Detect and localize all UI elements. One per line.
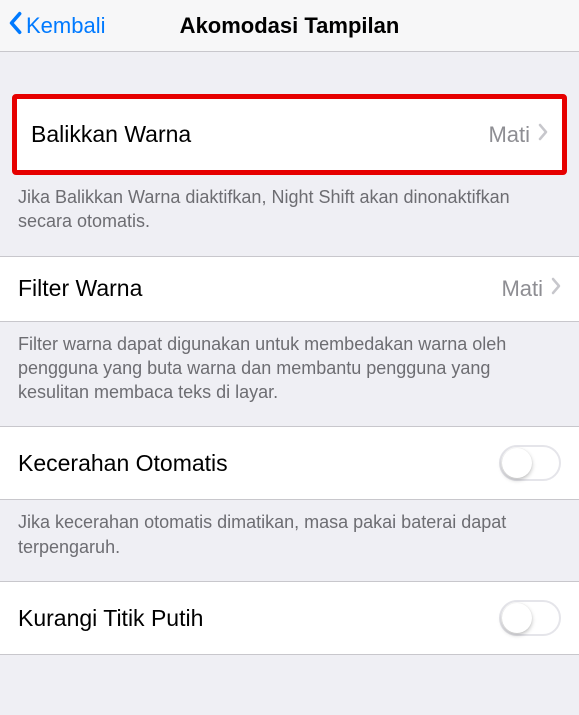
chevron-right-icon [551,277,561,300]
invert-colors-row[interactable]: Balikkan Warna Mati [12,94,567,175]
reduce-whitepoint-label: Kurangi Titik Putih [18,605,203,632]
auto-brightness-footer: Jika kecerahan otomatis dimatikan, masa … [0,500,579,581]
invert-colors-value: Mati [488,122,530,148]
chevron-right-icon [538,123,548,146]
color-filter-value: Mati [501,276,543,302]
toggle-knob [502,603,532,633]
reduce-whitepoint-toggle[interactable] [499,600,561,636]
cell-right: Mati [488,122,548,148]
auto-brightness-row: Kecerahan Otomatis [0,426,579,500]
color-filter-footer: Filter warna dapat digunakan untuk membe… [0,322,579,427]
toggle-knob [502,448,532,478]
back-label: Kembali [26,13,105,39]
auto-brightness-toggle[interactable] [499,445,561,481]
spacer [0,52,579,94]
navbar: Kembali Akomodasi Tampilan [0,0,579,52]
invert-colors-label: Balikkan Warna [31,121,191,148]
invert-colors-footer: Jika Balikkan Warna diaktifkan, Night Sh… [0,175,579,256]
color-filter-row[interactable]: Filter Warna Mati [0,256,579,322]
reduce-whitepoint-row: Kurangi Titik Putih [0,581,579,655]
color-filter-label: Filter Warna [18,275,142,302]
chevron-left-icon [8,11,26,41]
back-button[interactable]: Kembali [8,11,105,41]
auto-brightness-label: Kecerahan Otomatis [18,450,228,477]
cell-right: Mati [501,276,561,302]
page-title: Akomodasi Tampilan [180,13,400,39]
